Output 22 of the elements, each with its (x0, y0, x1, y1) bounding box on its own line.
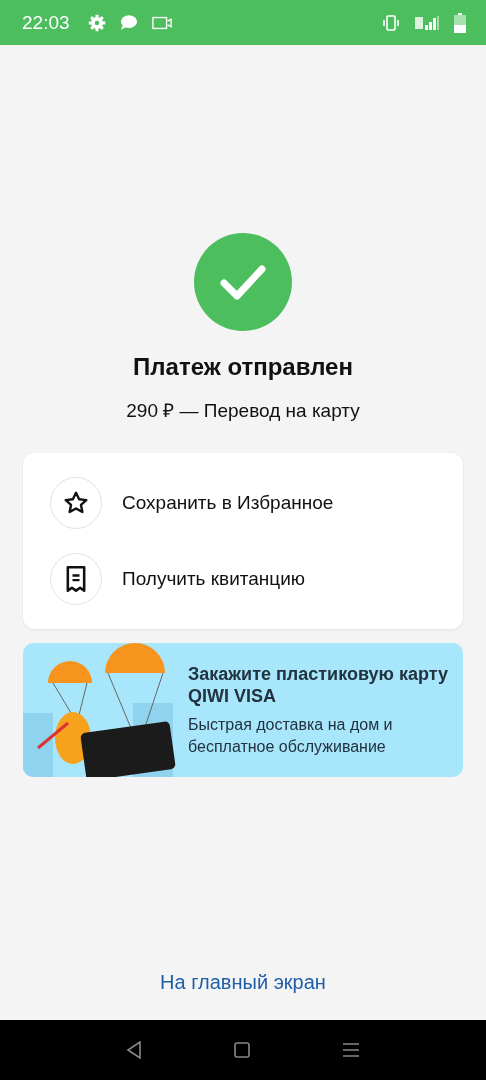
back-icon[interactable] (126, 1041, 142, 1059)
action-item[interactable]: Сохранить в Избранное (23, 465, 463, 541)
screen-record-icon (151, 15, 172, 30)
promo-title: Закажите пластиковую карту QIWI VISA (188, 662, 449, 708)
success-check-icon (194, 233, 292, 331)
battery-icon (454, 12, 466, 33)
action-label: Сохранить в Избранное (122, 492, 334, 514)
home-icon[interactable] (234, 1042, 250, 1058)
promo-banner[interactable]: Закажите пластиковую карту QIWI VISA Быстрая доставка на дом и бесплатное обслуживание (23, 643, 463, 777)
vibrate-icon (382, 14, 400, 31)
signal-icon (414, 14, 440, 31)
action-item[interactable]: Получить квитанцию (23, 541, 463, 617)
menu-icon[interactable] (342, 1042, 360, 1058)
payment-status-title: Платеж отправлен (133, 353, 353, 381)
payment-summary: 290 ₽ — Перевод на карту (126, 399, 360, 423)
promo-description: Быстрая доставка на дом и бесплатное обслуживание (188, 714, 394, 757)
star-icon (63, 490, 89, 516)
status-time: 22:03 (22, 11, 70, 34)
chat-bubble-icon (119, 14, 138, 31)
receipt-icon (64, 565, 88, 593)
action-label: Получить квитанцию (122, 568, 306, 590)
home-screen-link[interactable]: На главный экран (160, 971, 326, 994)
